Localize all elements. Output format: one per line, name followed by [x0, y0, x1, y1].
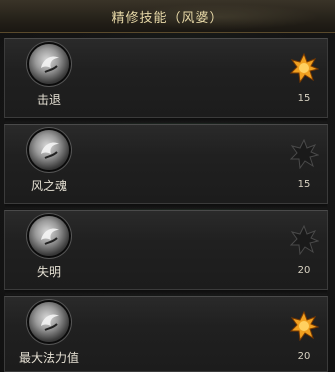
dark-star-icon[interactable] — [289, 139, 319, 169]
orange-star-icon[interactable] — [289, 53, 319, 83]
skill-row[interactable]: 风之魂 15 — [4, 124, 328, 209]
skill-row[interactable]: 击退 15 — [4, 38, 328, 123]
title-bar: 精修技能（风婆） — [0, 0, 335, 33]
wind-skill-icon[interactable] — [29, 44, 69, 84]
skill-level: 20 — [297, 351, 311, 362]
panel-title: 精修技能（风婆） — [111, 11, 224, 26]
skill-row[interactable]: 失明 20 — [4, 210, 328, 295]
skill-level: 20 — [297, 265, 311, 276]
skill-row[interactable]: 最大法力值 20 — [4, 296, 328, 372]
skill-name: 失明 — [36, 265, 61, 279]
skill-level: 15 — [297, 179, 311, 190]
wind-skill-icon[interactable] — [29, 216, 69, 256]
skill-name: 风之魂 — [30, 179, 67, 193]
skill-name: 最大法力值 — [18, 351, 79, 365]
wind-skill-icon[interactable] — [29, 302, 69, 342]
wind-skill-icon[interactable] — [29, 130, 69, 170]
orange-star-icon[interactable] — [289, 311, 319, 341]
dark-star-icon[interactable] — [289, 225, 319, 255]
skill-level: 15 — [297, 93, 311, 104]
skill-name: 击退 — [36, 93, 61, 107]
skill-panel: 精修技能（风婆） 击退 15 风之魂 15 失明 20 最大法力值 20 — [0, 0, 335, 372]
